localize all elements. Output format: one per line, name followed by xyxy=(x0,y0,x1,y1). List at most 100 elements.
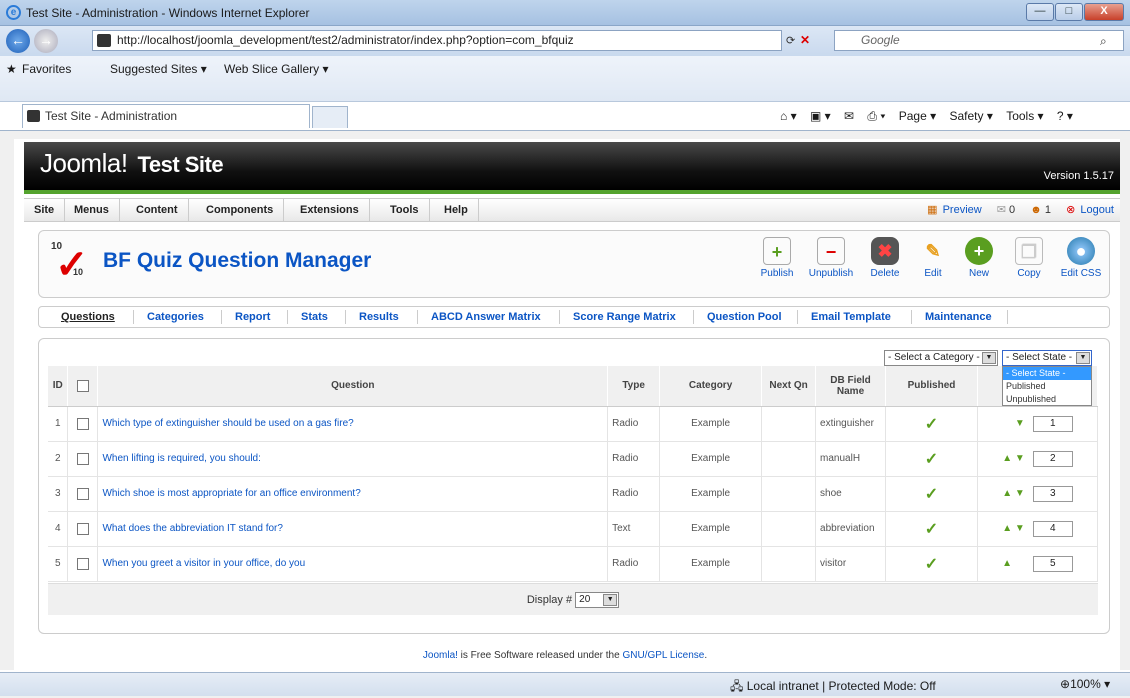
row-published[interactable]: ✓ xyxy=(885,511,978,547)
row-question-link[interactable]: When you greet a visitor in your office,… xyxy=(97,546,609,582)
state-option-unpublished[interactable]: Unpublished xyxy=(1003,393,1091,406)
col-type[interactable]: Type xyxy=(607,366,661,407)
close-button[interactable]: X xyxy=(1084,3,1124,21)
published-check-icon[interactable]: ✓ xyxy=(925,486,938,503)
display-count-select[interactable]: 20 ▼ xyxy=(575,592,620,609)
order-input[interactable]: 1 xyxy=(1032,415,1073,432)
row-published[interactable]: ✓ xyxy=(885,546,978,582)
move-up-icon[interactable]: ▲ xyxy=(1002,523,1012,534)
tools-menu[interactable]: Tools ▾ xyxy=(1006,109,1043,123)
category-filter-select[interactable]: - Select a Category - ▼ xyxy=(884,350,998,366)
tab-score-range-matrix[interactable]: Score Range Matrix xyxy=(573,307,676,327)
published-check-icon[interactable]: ✓ xyxy=(925,416,938,433)
safety-menu[interactable]: Safety ▾ xyxy=(949,109,992,123)
browser-window: e Test Site - Administration - Windows I… xyxy=(0,0,1130,696)
zoom-control[interactable]: ⊕100% ▾ xyxy=(1060,677,1110,691)
tab-abcd-answer-matrix[interactable]: ABCD Answer Matrix xyxy=(431,307,541,327)
col-next-qn[interactable]: Next Qn xyxy=(761,366,817,407)
gpl-license-link[interactable]: GNU/GPL License xyxy=(622,650,704,661)
tab-categories[interactable]: Categories xyxy=(147,307,204,327)
forward-button[interactable]: → xyxy=(34,29,58,53)
search-input[interactable]: Google xyxy=(834,30,1124,51)
maximize-button[interactable]: □ xyxy=(1055,3,1083,21)
order-input[interactable]: 2 xyxy=(1032,450,1073,467)
browser-tab[interactable]: Test Site - Administration xyxy=(22,104,310,128)
row-question-link[interactable]: Which shoe is most appropriate for an of… xyxy=(97,476,609,512)
tab-maintenance[interactable]: Maintenance xyxy=(925,307,992,327)
preview-link[interactable]: Preview xyxy=(943,204,982,216)
order-input[interactable]: 3 xyxy=(1032,485,1073,502)
help-icon[interactable]: ? ▾ xyxy=(1057,109,1073,123)
state-filter-select[interactable]: - Select State - ▼ xyxy=(1002,350,1092,366)
move-down-icon[interactable]: ▼ xyxy=(1015,488,1025,499)
row-checkbox[interactable] xyxy=(76,417,89,430)
joomla-link[interactable]: Joomla! xyxy=(423,650,458,661)
move-up-icon[interactable]: ▲ xyxy=(1002,488,1012,499)
menu-extensions[interactable]: Extensions xyxy=(290,199,370,222)
search-icon[interactable]: ⌕ xyxy=(1100,34,1107,49)
messages-count[interactable]: 0 xyxy=(1009,204,1015,216)
refresh-icon[interactable]: ⟳ xyxy=(786,34,795,47)
logout-link[interactable]: Logout xyxy=(1080,204,1114,216)
row-checkbox[interactable] xyxy=(76,557,89,570)
tab-email-template[interactable]: Email Template xyxy=(811,307,891,327)
row-checkbox[interactable] xyxy=(76,487,89,500)
order-input[interactable]: 5 xyxy=(1032,555,1073,572)
favorites-button[interactable]: Favorites xyxy=(22,62,71,76)
row-checkbox[interactable] xyxy=(76,522,89,535)
row-published[interactable]: ✓ xyxy=(885,441,978,477)
menu-components[interactable]: Components xyxy=(196,199,285,222)
minimize-button[interactable]: — xyxy=(1026,3,1054,21)
move-down-icon[interactable]: ▼ xyxy=(1015,453,1025,464)
move-up-icon[interactable]: ▲ xyxy=(1002,558,1012,569)
menu-help[interactable]: Help xyxy=(434,199,479,222)
published-check-icon[interactable]: ✓ xyxy=(925,556,938,573)
page-menu[interactable]: Page ▾ xyxy=(899,109,936,123)
stop-icon[interactable]: ✕ xyxy=(800,33,810,47)
row-published[interactable]: ✓ xyxy=(885,406,978,442)
col-id[interactable]: ID xyxy=(48,366,69,407)
published-check-icon[interactable]: ✓ xyxy=(925,451,938,468)
home-icon[interactable]: ⌂ ▾ xyxy=(780,109,797,123)
menu-tools[interactable]: Tools xyxy=(380,199,430,222)
tab-report[interactable]: Report xyxy=(235,307,270,327)
copy-button[interactable]: ❐ Copy xyxy=(1001,237,1057,293)
row-published[interactable]: ✓ xyxy=(885,476,978,512)
select-all-checkbox[interactable] xyxy=(76,379,89,392)
menu-content[interactable]: Content xyxy=(126,199,189,222)
publish-button[interactable]: + Publish xyxy=(749,237,805,293)
order-input[interactable]: 4 xyxy=(1032,520,1073,537)
suggested-sites-link[interactable]: Suggested Sites ▾ xyxy=(110,62,207,76)
col-published[interactable]: Published xyxy=(885,366,978,407)
move-down-icon[interactable]: ▼ xyxy=(1015,418,1025,429)
tab-stats[interactable]: Stats xyxy=(301,307,328,327)
users-count[interactable]: 1 xyxy=(1045,204,1051,216)
row-question-link[interactable]: What does the abbreviation IT stand for? xyxy=(97,511,609,547)
col-db-field-name[interactable]: DB Field Name xyxy=(815,366,887,407)
tab-question-pool[interactable]: Question Pool xyxy=(707,307,782,327)
published-check-icon[interactable]: ✓ xyxy=(925,521,938,538)
back-button[interactable]: ← xyxy=(6,29,30,53)
col-question[interactable]: Question xyxy=(97,366,609,407)
tab-questions[interactable]: Questions xyxy=(61,307,115,327)
mail-icon[interactable]: ✉ xyxy=(844,109,854,123)
state-option-published[interactable]: Published xyxy=(1003,380,1091,393)
row-checkbox[interactable] xyxy=(76,452,89,465)
print-icon[interactable]: ⎙ ▾ xyxy=(867,109,885,123)
web-slice-gallery-link[interactable]: Web Slice Gallery ▾ xyxy=(224,62,329,76)
row-question-link[interactable]: Which type of extinguisher should be use… xyxy=(97,406,609,442)
menu-menus[interactable]: Menus xyxy=(64,199,120,222)
feeds-icon[interactable]: ▣ ▾ xyxy=(810,109,831,123)
unpublish-button[interactable]: − Unpublish xyxy=(803,237,859,293)
row-question-link[interactable]: When lifting is required, you should: xyxy=(97,441,609,477)
col-category[interactable]: Category xyxy=(659,366,763,407)
tab-results[interactable]: Results xyxy=(359,307,399,327)
new-tab-button[interactable] xyxy=(312,106,348,128)
new-button[interactable]: + New xyxy=(951,237,1007,293)
url-field[interactable]: http://localhost/joomla_development/test… xyxy=(92,30,782,51)
edit-css-button[interactable]: ● Edit CSS xyxy=(1053,237,1109,293)
menu-site[interactable]: Site xyxy=(24,199,66,222)
state-option-select[interactable]: - Select State - xyxy=(1003,367,1091,380)
move-down-icon[interactable]: ▼ xyxy=(1015,523,1025,534)
move-up-icon[interactable]: ▲ xyxy=(1002,453,1012,464)
